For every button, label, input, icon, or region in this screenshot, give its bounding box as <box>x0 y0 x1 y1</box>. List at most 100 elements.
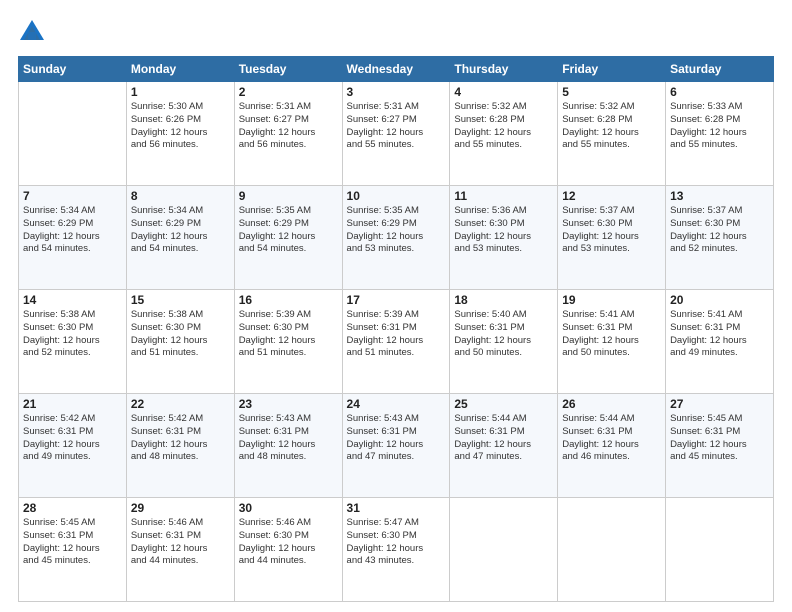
day-number: 18 <box>454 293 553 307</box>
weekday-header-monday: Monday <box>126 57 234 82</box>
day-number: 10 <box>347 189 446 203</box>
day-number: 7 <box>23 189 122 203</box>
calendar-cell: 29 Sunrise: 5:46 AMSunset: 6:31 PMDayligh… <box>126 498 234 602</box>
calendar-cell: 8 Sunrise: 5:34 AMSunset: 6:29 PMDaylight… <box>126 186 234 290</box>
day-number: 30 <box>239 501 338 515</box>
weekday-header-wednesday: Wednesday <box>342 57 450 82</box>
weekday-header-sunday: Sunday <box>19 57 127 82</box>
calendar-cell: 21 Sunrise: 5:42 AMSunset: 6:31 PMDayligh… <box>19 394 127 498</box>
day-number: 21 <box>23 397 122 411</box>
calendar-cell: 20Sunrise: 5:41 AMSunset: 6:31 PMDayligh… <box>666 290 774 394</box>
calendar-cell: 18 Sunrise: 5:40 AMSunset: 6:31 PMDayligh… <box>450 290 558 394</box>
day-number: 11 <box>454 189 553 203</box>
calendar-cell: 24Sunrise: 5:43 AMSunset: 6:31 PMDayligh… <box>342 394 450 498</box>
calendar-cell: 1 Sunrise: 5:30 AMSunset: 6:26 PMDaylight… <box>126 82 234 186</box>
calendar-cell: 2 Sunrise: 5:31 AMSunset: 6:27 PMDaylight… <box>234 82 342 186</box>
calendar-cell: 9 Sunrise: 5:35 AMSunset: 6:29 PMDaylight… <box>234 186 342 290</box>
day-number: 15 <box>131 293 230 307</box>
week-row-2: 14Sunrise: 5:38 AMSunset: 6:30 PMDayligh… <box>19 290 774 394</box>
day-number: 8 <box>131 189 230 203</box>
day-info: Sunrise: 5:34 AMSunset: 6:29 PMDaylight:… <box>23 205 122 256</box>
calendar-cell: 19 Sunrise: 5:41 AMSunset: 6:31 PMDayligh… <box>558 290 666 394</box>
day-number: 12 <box>562 189 661 203</box>
calendar-cell: 30 Sunrise: 5:46 AMSunset: 6:30 PMDayligh… <box>234 498 342 602</box>
day-number: 25 <box>454 397 553 411</box>
day-number: 9 <box>239 189 338 203</box>
day-info: Sunrise: 5:46 AMSunset: 6:31 PMDaylight:… <box>131 517 230 568</box>
logo-icon <box>18 18 46 46</box>
day-info: Sunrise: 5:37 AMSunset: 6:30 PMDaylight:… <box>670 205 769 256</box>
day-info: Sunrise: 5:44 AMSunset: 6:31 PMDaylight:… <box>454 413 553 464</box>
day-number: 24 <box>347 397 446 411</box>
calendar-cell: 13 Sunrise: 5:37 AMSunset: 6:30 PMDayligh… <box>666 186 774 290</box>
day-number: 2 <box>239 85 338 99</box>
calendar-cell <box>558 498 666 602</box>
weekday-header-thursday: Thursday <box>450 57 558 82</box>
week-row-4: 28 Sunrise: 5:45 AMSunset: 6:31 PMDayligh… <box>19 498 774 602</box>
day-number: 5 <box>562 85 661 99</box>
day-number: 27 <box>670 397 769 411</box>
day-number: 19 <box>562 293 661 307</box>
day-info: Sunrise: 5:34 AMSunset: 6:29 PMDaylight:… <box>131 205 230 256</box>
day-number: 4 <box>454 85 553 99</box>
day-info: Sunrise: 5:42 AMSunset: 6:31 PMDaylight:… <box>23 413 122 464</box>
calendar-cell <box>450 498 558 602</box>
calendar-cell: 5 Sunrise: 5:32 AMSunset: 6:28 PMDaylight… <box>558 82 666 186</box>
day-info: Sunrise: 5:46 AMSunset: 6:30 PMDaylight:… <box>239 517 338 568</box>
day-number: 26 <box>562 397 661 411</box>
day-info: Sunrise: 5:35 AMSunset: 6:29 PMDaylight:… <box>239 205 338 256</box>
day-info: Sunrise: 5:39 AMSunset: 6:30 PMDaylight:… <box>239 309 338 360</box>
day-info: Sunrise: 5:42 AMSunset: 6:31 PMDaylight:… <box>131 413 230 464</box>
day-info: Sunrise: 5:41 AMSunset: 6:31 PMDaylight:… <box>562 309 661 360</box>
header <box>18 18 774 46</box>
day-number: 13 <box>670 189 769 203</box>
calendar-cell: 28 Sunrise: 5:45 AMSunset: 6:31 PMDayligh… <box>19 498 127 602</box>
day-number: 29 <box>131 501 230 515</box>
calendar-cell: 11 Sunrise: 5:36 AMSunset: 6:30 PMDayligh… <box>450 186 558 290</box>
weekday-header-saturday: Saturday <box>666 57 774 82</box>
day-info: Sunrise: 5:36 AMSunset: 6:30 PMDaylight:… <box>454 205 553 256</box>
day-number: 22 <box>131 397 230 411</box>
day-number: 17 <box>347 293 446 307</box>
day-number: 31 <box>347 501 446 515</box>
day-info: Sunrise: 5:32 AMSunset: 6:28 PMDaylight:… <box>562 101 661 152</box>
page: SundayMondayTuesdayWednesdayThursdayFrid… <box>0 0 792 612</box>
day-number: 3 <box>347 85 446 99</box>
day-number: 6 <box>670 85 769 99</box>
day-info: Sunrise: 5:39 AMSunset: 6:31 PMDaylight:… <box>347 309 446 360</box>
calendar-cell: 12 Sunrise: 5:37 AMSunset: 6:30 PMDayligh… <box>558 186 666 290</box>
weekday-header-tuesday: Tuesday <box>234 57 342 82</box>
calendar-cell: 17 Sunrise: 5:39 AMSunset: 6:31 PMDayligh… <box>342 290 450 394</box>
week-row-3: 21 Sunrise: 5:42 AMSunset: 6:31 PMDayligh… <box>19 394 774 498</box>
calendar-cell <box>19 82 127 186</box>
calendar-cell: 16Sunrise: 5:39 AMSunset: 6:30 PMDayligh… <box>234 290 342 394</box>
logo <box>18 18 50 46</box>
day-info: Sunrise: 5:41 AMSunset: 6:31 PMDaylight:… <box>670 309 769 360</box>
weekday-header-row: SundayMondayTuesdayWednesdayThursdayFrid… <box>19 57 774 82</box>
day-info: Sunrise: 5:45 AMSunset: 6:31 PMDaylight:… <box>23 517 122 568</box>
day-info: Sunrise: 5:43 AMSunset: 6:31 PMDaylight:… <box>239 413 338 464</box>
day-info: Sunrise: 5:47 AMSunset: 6:30 PMDaylight:… <box>347 517 446 568</box>
weekday-header-friday: Friday <box>558 57 666 82</box>
calendar-cell: 4 Sunrise: 5:32 AMSunset: 6:28 PMDaylight… <box>450 82 558 186</box>
day-info: Sunrise: 5:38 AMSunset: 6:30 PMDaylight:… <box>23 309 122 360</box>
day-info: Sunrise: 5:31 AMSunset: 6:27 PMDaylight:… <box>239 101 338 152</box>
day-info: Sunrise: 5:31 AMSunset: 6:27 PMDaylight:… <box>347 101 446 152</box>
day-number: 1 <box>131 85 230 99</box>
calendar-cell: 31 Sunrise: 5:47 AMSunset: 6:30 PMDayligh… <box>342 498 450 602</box>
day-info: Sunrise: 5:38 AMSunset: 6:30 PMDaylight:… <box>131 309 230 360</box>
calendar-cell: 6 Sunrise: 5:33 AMSunset: 6:28 PMDaylight… <box>666 82 774 186</box>
day-info: Sunrise: 5:30 AMSunset: 6:26 PMDaylight:… <box>131 101 230 152</box>
calendar-cell <box>666 498 774 602</box>
calendar-cell: 23Sunrise: 5:43 AMSunset: 6:31 PMDayligh… <box>234 394 342 498</box>
day-info: Sunrise: 5:32 AMSunset: 6:28 PMDaylight:… <box>454 101 553 152</box>
day-info: Sunrise: 5:37 AMSunset: 6:30 PMDaylight:… <box>562 205 661 256</box>
calendar-cell: 25 Sunrise: 5:44 AMSunset: 6:31 PMDayligh… <box>450 394 558 498</box>
calendar-cell: 14Sunrise: 5:38 AMSunset: 6:30 PMDayligh… <box>19 290 127 394</box>
calendar-cell: 27Sunrise: 5:45 AMSunset: 6:31 PMDayligh… <box>666 394 774 498</box>
week-row-0: 1 Sunrise: 5:30 AMSunset: 6:26 PMDaylight… <box>19 82 774 186</box>
calendar-cell: 15 Sunrise: 5:38 AMSunset: 6:30 PMDayligh… <box>126 290 234 394</box>
day-number: 28 <box>23 501 122 515</box>
day-info: Sunrise: 5:40 AMSunset: 6:31 PMDaylight:… <box>454 309 553 360</box>
day-info: Sunrise: 5:33 AMSunset: 6:28 PMDaylight:… <box>670 101 769 152</box>
